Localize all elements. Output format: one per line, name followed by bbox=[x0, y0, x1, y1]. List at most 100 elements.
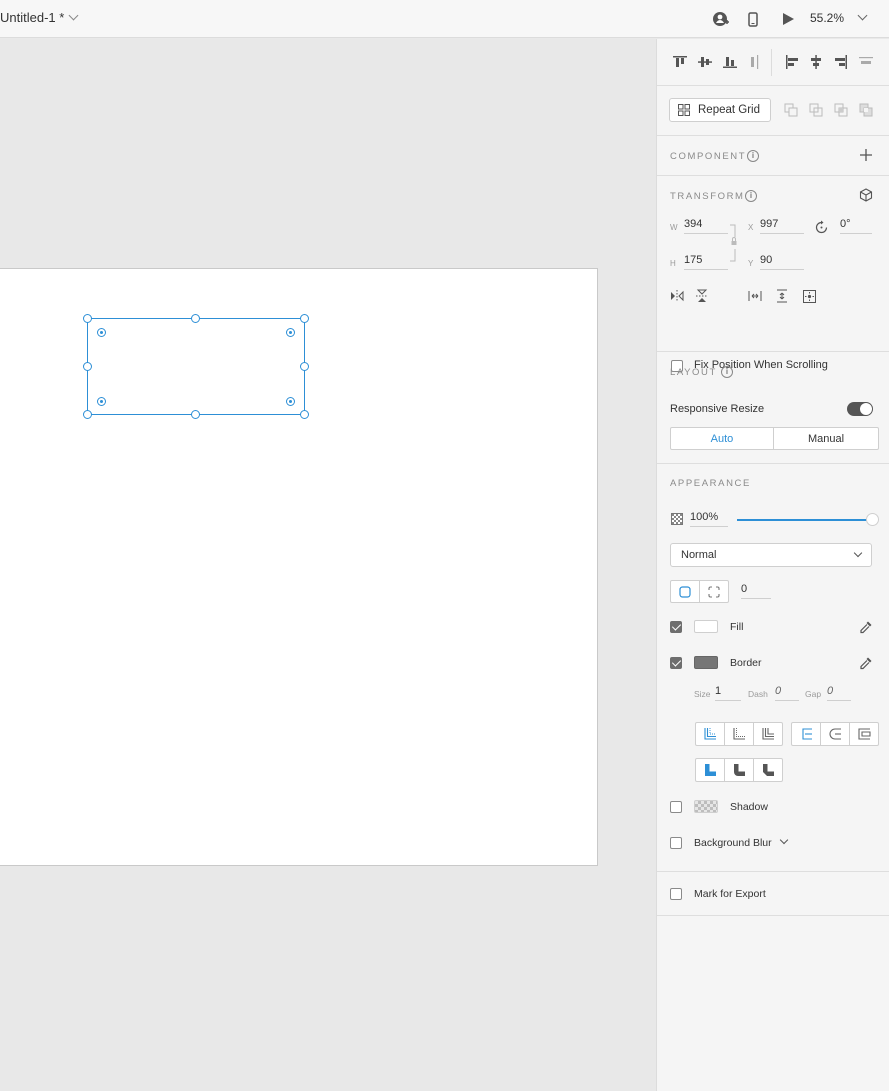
document-title-menu[interactable]: Untitled-1 * bbox=[0, 10, 79, 25]
distribute-spacing-vertical-icon[interactable] bbox=[775, 289, 789, 303]
play-preview-icon[interactable] bbox=[780, 0, 796, 38]
background-blur-checkbox[interactable] bbox=[670, 837, 682, 849]
shadow-color-swatch[interactable] bbox=[694, 800, 718, 813]
resize-handle[interactable] bbox=[83, 410, 92, 419]
boolean-intersect-icon[interactable] bbox=[833, 102, 849, 118]
corner-radius-handle[interactable] bbox=[97, 328, 106, 337]
align-bottom-icon[interactable] bbox=[721, 53, 739, 71]
fill-checkbox[interactable] bbox=[670, 621, 682, 633]
line-cap-round-button[interactable] bbox=[820, 722, 850, 746]
3d-transform-icon[interactable] bbox=[858, 187, 874, 203]
distribute-horizontal-icon[interactable] bbox=[857, 53, 875, 71]
x-label: X bbox=[748, 223, 754, 232]
fill-color-swatch[interactable] bbox=[694, 620, 718, 633]
eyedropper-icon[interactable] bbox=[858, 655, 874, 671]
align-center-icon[interactable] bbox=[807, 53, 825, 71]
corner-radius-handle[interactable] bbox=[286, 328, 295, 337]
flip-vertical-icon[interactable] bbox=[695, 289, 709, 303]
auto-option[interactable]: Auto bbox=[670, 427, 774, 450]
opacity-slider-fill bbox=[737, 519, 872, 521]
info-icon[interactable]: i bbox=[721, 366, 733, 378]
corner-radius-handle[interactable] bbox=[97, 397, 106, 406]
corner-radius-handle[interactable] bbox=[286, 397, 295, 406]
join-bevel-button[interactable] bbox=[753, 758, 783, 782]
x-field[interactable]: 997 bbox=[760, 218, 804, 234]
zoom-level[interactable]: 55.2% bbox=[810, 11, 844, 25]
lock-aspect-icon[interactable] bbox=[729, 224, 739, 262]
document-title: Untitled-1 * bbox=[0, 10, 65, 25]
join-round-button[interactable] bbox=[724, 758, 754, 782]
opacity-slider[interactable] bbox=[737, 513, 879, 526]
mark-for-export-checkbox[interactable] bbox=[670, 888, 682, 900]
resize-handle[interactable] bbox=[83, 362, 92, 371]
device-preview-icon[interactable] bbox=[746, 0, 760, 38]
layout-title: LAYOUT bbox=[670, 367, 717, 378]
rotation-field[interactable]: 0° bbox=[840, 218, 872, 234]
boolean-add-icon[interactable] bbox=[783, 102, 799, 118]
info-icon[interactable]: i bbox=[747, 150, 759, 162]
distribute-spacing-horizontal-icon[interactable] bbox=[747, 289, 763, 303]
chevron-down-icon[interactable] bbox=[857, 10, 868, 21]
shadow-checkbox[interactable] bbox=[670, 801, 682, 813]
chevron-down-icon bbox=[853, 548, 863, 558]
flip-horizontal-icon[interactable] bbox=[669, 289, 685, 303]
border-center-button[interactable] bbox=[753, 722, 783, 746]
canvas[interactable] bbox=[0, 39, 656, 1091]
height-field[interactable]: 175 bbox=[684, 254, 728, 270]
cap-round-icon bbox=[829, 728, 841, 740]
resize-handle[interactable] bbox=[83, 314, 92, 323]
blend-mode-value: Normal bbox=[681, 549, 717, 561]
width-field[interactable]: 394 bbox=[684, 218, 728, 234]
y-field[interactable]: 90 bbox=[760, 254, 804, 270]
y-label: Y bbox=[748, 259, 754, 268]
boolean-exclude-icon[interactable] bbox=[858, 102, 874, 118]
opacity-slider-thumb[interactable] bbox=[866, 513, 879, 526]
resize-handle[interactable] bbox=[300, 362, 309, 371]
border-dash-field[interactable]: 0 bbox=[775, 685, 799, 701]
selected-rectangle[interactable] bbox=[87, 318, 305, 415]
resize-handle[interactable] bbox=[191, 410, 200, 419]
line-cap-square-button[interactable] bbox=[849, 722, 879, 746]
corner-radius-all-button[interactable] bbox=[670, 580, 700, 603]
share-user-icon[interactable] bbox=[711, 0, 731, 38]
responsive-resize-toggle[interactable] bbox=[847, 402, 873, 416]
border-color-swatch[interactable] bbox=[694, 656, 718, 669]
border-outer-button[interactable] bbox=[724, 722, 754, 746]
join-round-icon bbox=[734, 764, 745, 776]
resize-handle[interactable] bbox=[300, 314, 309, 323]
cap-butt-icon bbox=[802, 728, 812, 740]
resize-handle[interactable] bbox=[191, 314, 200, 323]
boolean-subtract-icon[interactable] bbox=[808, 102, 824, 118]
manual-option[interactable]: Manual bbox=[773, 427, 879, 450]
border-inner-button[interactable] bbox=[695, 722, 725, 746]
add-component-icon[interactable] bbox=[859, 148, 873, 162]
corner-radius-individual-button[interactable] bbox=[699, 580, 729, 603]
align-top-icon[interactable] bbox=[671, 53, 689, 71]
border-size-field[interactable]: 1 bbox=[715, 685, 741, 701]
transform-section: TRANSFORM i W 394 H 175 X 997 Y 90 0° Fi… bbox=[657, 176, 889, 372]
border-gap-field[interactable]: 0 bbox=[827, 685, 851, 701]
distribute-vertical-icon[interactable] bbox=[746, 53, 762, 71]
corner-radius-field[interactable]: 0 bbox=[741, 583, 771, 599]
center-artboard-icon[interactable] bbox=[802, 289, 816, 303]
opacity-field[interactable]: 100% bbox=[690, 511, 728, 527]
blend-mode-select[interactable]: Normal bbox=[670, 543, 872, 567]
responsive-resize-label: Responsive Resize bbox=[670, 403, 765, 415]
background-blur-label: Background Blur bbox=[694, 837, 772, 849]
border-checkbox[interactable] bbox=[670, 657, 682, 669]
line-cap-butt-button[interactable] bbox=[791, 722, 821, 746]
join-miter-icon bbox=[705, 764, 716, 776]
align-right-icon[interactable] bbox=[832, 53, 850, 71]
join-miter-button[interactable] bbox=[695, 758, 725, 782]
align-left-icon[interactable] bbox=[783, 53, 801, 71]
resize-handle[interactable] bbox=[300, 410, 309, 419]
chevron-down-icon[interactable] bbox=[779, 835, 789, 845]
align-middle-icon[interactable] bbox=[696, 53, 714, 71]
info-icon[interactable]: i bbox=[745, 190, 757, 202]
eyedropper-icon[interactable] bbox=[858, 619, 874, 635]
shadow-label: Shadow bbox=[730, 801, 768, 813]
fill-label: Fill bbox=[730, 621, 744, 633]
repeat-grid-button[interactable]: Repeat Grid bbox=[669, 98, 771, 122]
repeat-grid-section: Repeat Grid bbox=[657, 86, 889, 136]
rotate-icon bbox=[813, 219, 829, 235]
